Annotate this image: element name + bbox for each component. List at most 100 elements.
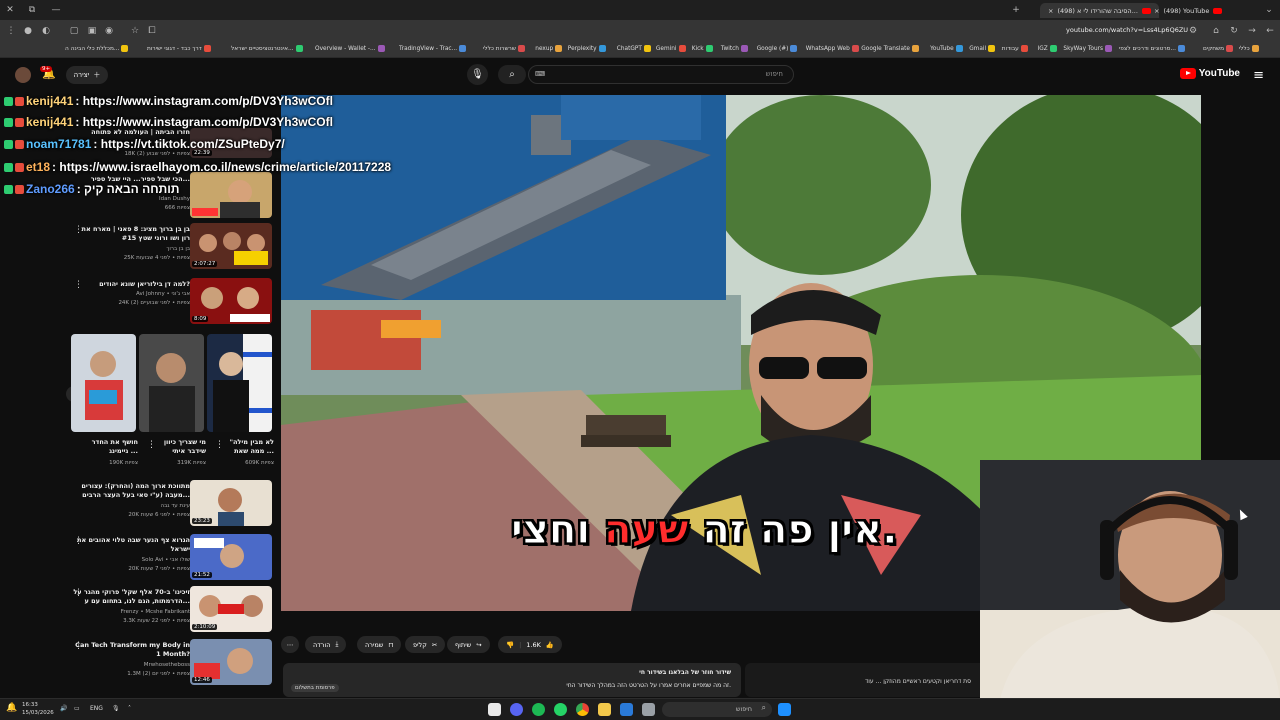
mic-tray-icon[interactable]: 🎙: [112, 705, 120, 712]
comment-preview[interactable]: סת דחריאן וקטעים ראשיים מהוזקן ... עוד: [745, 663, 1005, 697]
video-thumbnail[interactable]: 21:52: [190, 534, 272, 580]
video-title[interactable]: בן בן ברוך מציג: 8 פאני | מארח את רון וש…: [72, 225, 190, 243]
video-thumbnail[interactable]: 2:10:09: [190, 586, 272, 632]
more-actions-button[interactable]: ⋯: [281, 636, 299, 653]
bookmark-item[interactable]: משחקים: [1203, 45, 1234, 52]
bookmark-item[interactable]: Twitch: [721, 45, 748, 52]
dislike-icon[interactable]: 👎: [506, 641, 514, 649]
download-button[interactable]: הורדה ⤓: [305, 636, 347, 653]
short-title[interactable]: "לא מבין מילה ממה שאת ...: [218, 438, 274, 456]
bookmark-item[interactable]: YouTube: [930, 45, 963, 52]
extension-icon[interactable]: ●: [22, 25, 34, 37]
bookmark-item[interactable]: IGZ: [1038, 45, 1057, 52]
cast-icon[interactable]: ⧠: [146, 25, 158, 37]
network-icon[interactable]: ▭: [74, 705, 80, 712]
whatsapp-icon[interactable]: [554, 703, 567, 716]
file-explorer-icon[interactable]: [598, 703, 611, 716]
video-title[interactable]: Can Tech Transform my Body in 1 Month?: [72, 641, 190, 659]
tab-close-icon[interactable]: ×: [1048, 7, 1053, 15]
spotify-icon[interactable]: [532, 703, 545, 716]
task-view-icon[interactable]: [642, 703, 655, 716]
volume-icon[interactable]: 🔊: [60, 705, 67, 712]
bookmark-item[interactable]: Kick: [692, 45, 713, 52]
youtube-logo[interactable]: YouTube: [1179, 68, 1240, 79]
avatar[interactable]: [15, 67, 31, 83]
bookmark-item[interactable]: Overview - Wallet -...: [315, 45, 385, 52]
tray-expand-icon[interactable]: ˄: [128, 705, 131, 712]
video-thumbnail[interactable]: 2:07:27: [190, 223, 272, 269]
video-title[interactable]: למה דן בילזריאן שונא יהודים?: [72, 280, 190, 289]
bookmark-item[interactable]: Gemini: [656, 45, 686, 52]
short-thumbnail[interactable]: [139, 334, 204, 432]
video-thumbnail[interactable]: 12:46: [190, 639, 272, 685]
video-thumbnail[interactable]: [190, 172, 272, 218]
browser-tab-active[interactable]: × (498) הסיבה שהורידו לי א...: [1040, 3, 1159, 18]
more-options-icon[interactable]: ⋮: [215, 440, 224, 450]
bookmark-item[interactable]: סרטונים ודרכים לצפי...: [1119, 45, 1185, 52]
start-windows-icon[interactable]: [778, 703, 791, 716]
bookmark-item[interactable]: עבודות: [1002, 45, 1028, 52]
bookmark-item[interactable]: Google Translate: [861, 45, 919, 52]
bookmark-star-icon[interactable]: ☆: [129, 25, 141, 37]
extension-icon[interactable]: ◐: [40, 25, 52, 37]
extension-icon[interactable]: ▢: [68, 25, 80, 37]
extension-icon[interactable]: ▣: [86, 25, 98, 37]
reload-icon[interactable]: ↻: [1228, 25, 1240, 37]
system-clock[interactable]: 16:33 15/03/2026: [22, 701, 54, 717]
store-icon[interactable]: [620, 703, 633, 716]
hamburger-menu-icon[interactable]: ≡: [1253, 68, 1264, 83]
menu-icon[interactable]: ⋮: [5, 25, 17, 37]
taskbar-search[interactable]: חיפוש ⌕: [662, 702, 772, 717]
short-thumbnail[interactable]: [71, 334, 136, 432]
discord-icon[interactable]: [510, 703, 523, 716]
save-button[interactable]: שמירה ⊓: [357, 636, 402, 653]
video-thumbnail[interactable]: 8:09: [190, 278, 272, 324]
video-description[interactable]: שידור חוזר של הבלאגו בשידור חי זה מה שמפ…: [283, 663, 741, 697]
video-title[interactable]: חזרו הביתה | העולמה לא פתוחה: [72, 128, 190, 137]
bookmark-item[interactable]: Perplexity: [568, 45, 606, 52]
short-title[interactable]: חושף את החדר גיימינג ...: [82, 438, 138, 456]
create-button[interactable]: יצירה ＋: [66, 66, 108, 84]
video-title[interactable]: זיכינו' ב-70 אלף שקל' פרוקי מהגר על הדרמ…: [72, 588, 190, 606]
restore-window-icon[interactable]: ⧉: [26, 4, 38, 16]
site-settings-icon[interactable]: ⚙: [1187, 25, 1199, 37]
bookmark-item[interactable]: nexup: [535, 45, 563, 52]
video-title[interactable]: מתווכת ארוך המה (והחרק): עצורים מעבה (ע"…: [72, 482, 190, 500]
bookmark-item[interactable]: אינטרנטציסטיים ישראל...: [231, 45, 303, 52]
bookmark-item[interactable]: דרך כבד - דגוגי ישירות: [147, 45, 211, 52]
bookmark-item[interactable]: WhatsApp Web: [806, 45, 859, 52]
language-indicator[interactable]: ENG: [90, 705, 103, 712]
like-icon[interactable]: 👍: [546, 641, 554, 649]
forward-icon[interactable]: →: [1246, 25, 1258, 37]
tab-search-icon[interactable]: ⌄: [1263, 4, 1275, 16]
bookmark-item[interactable]: ChatGPT: [617, 45, 651, 52]
share-button[interactable]: שיתוף ↪: [447, 636, 490, 653]
video-title[interactable]: הגרוא צף הנער שבה טלוי אהובים את ישראל: [72, 536, 190, 554]
bookmark-item[interactable]: שרשרות כללי: [483, 45, 525, 52]
bookmark-item[interactable]: SkyWay Tours: [1063, 45, 1113, 52]
new-tab-icon[interactable]: +: [1010, 4, 1022, 16]
extension-icon[interactable]: ◉: [103, 25, 115, 37]
video-thumbnail[interactable]: 23:23: [190, 480, 272, 526]
search-button[interactable]: ⌕: [498, 65, 526, 84]
search-input[interactable]: חיפוש ⌨: [528, 65, 794, 84]
app-icon[interactable]: [488, 703, 501, 716]
tab-close-icon[interactable]: ×: [1154, 7, 1159, 15]
back-icon[interactable]: ←: [1264, 25, 1276, 37]
voice-search-mic-icon[interactable]: 🎙: [467, 64, 488, 85]
url-field[interactable]: youtube.com/watch?v=Lss4Lp6Q6ZU: [1066, 26, 1188, 34]
more-options-icon[interactable]: ⋮: [147, 440, 156, 450]
bookmark-item[interactable]: כללי: [1239, 45, 1259, 52]
short-title[interactable]: מי שצריך כיוון שידבר איתי: [150, 438, 206, 456]
close-window-icon[interactable]: ✕: [4, 4, 16, 16]
home-icon[interactable]: ⌂: [1210, 25, 1222, 37]
notifications-icon[interactable]: 🔔: [6, 703, 19, 716]
minimize-window-icon[interactable]: —: [50, 4, 62, 16]
short-thumbnail[interactable]: [207, 334, 272, 432]
bookmark-item[interactable]: מכללת כלי הבינה ה...: [65, 45, 129, 52]
keyboard-icon[interactable]: ⌨: [535, 70, 545, 78]
browser-tab[interactable]: × (498) YouTube: [1146, 3, 1230, 18]
bookmark-item[interactable]: Gmail: [969, 45, 996, 52]
clip-button[interactable]: קליפ ✂: [405, 636, 446, 653]
bookmark-item[interactable]: TradingView - Trac...: [399, 45, 467, 52]
